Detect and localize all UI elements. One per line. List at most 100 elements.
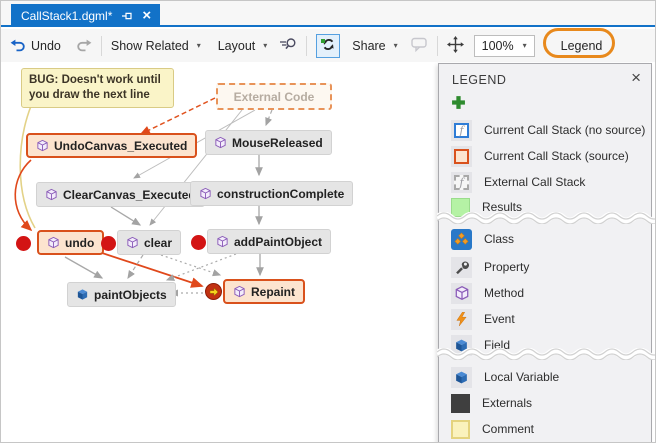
tab-strip: CallStack1.dgml* × bbox=[1, 1, 655, 27]
comment-text: BUG: Doesn't work until you draw the nex… bbox=[29, 74, 161, 101]
toolbar: Undo Show Related ▾ Layout ▾ bbox=[1, 29, 655, 62]
legend-button-wrap: Legend bbox=[555, 37, 609, 55]
redo-icon bbox=[76, 37, 92, 55]
callstack-no-source-icon: f bbox=[451, 120, 472, 141]
redo-button[interactable] bbox=[76, 37, 92, 55]
node-repaint[interactable]: Repaint bbox=[223, 279, 305, 304]
close-icon[interactable]: × bbox=[631, 69, 641, 86]
breakpoint-icon[interactable] bbox=[191, 235, 206, 250]
chevron-down-icon: ▾ bbox=[263, 41, 267, 50]
node-clearcanvas-executed[interactable]: ClearCanvas_Executed bbox=[36, 182, 205, 207]
chevron-down-icon: ▾ bbox=[523, 41, 527, 50]
node-label: constructionComplete bbox=[217, 187, 344, 201]
comment-node[interactable]: BUG: Doesn't work until you draw the nex… bbox=[21, 68, 174, 108]
legend-item-label: Comment bbox=[482, 422, 534, 436]
toolbar-separator bbox=[306, 36, 307, 56]
legend-item-current-callstack-source[interactable]: Current Call Stack (source) bbox=[439, 143, 651, 169]
method-icon bbox=[216, 235, 229, 248]
legend-title: LEGEND bbox=[452, 73, 506, 87]
current-line-marker-icon[interactable] bbox=[205, 283, 222, 300]
node-label: addPaintObject bbox=[234, 235, 322, 249]
node-undo[interactable]: undo bbox=[37, 230, 104, 255]
legend-item-current-callstack-no-source[interactable]: f Current Call Stack (no source) bbox=[439, 117, 651, 143]
legend-item-label: Property bbox=[484, 260, 529, 274]
callstack-source-icon bbox=[451, 146, 472, 167]
node-mousereleased[interactable]: MouseReleased bbox=[205, 130, 332, 155]
property-icon bbox=[451, 257, 472, 278]
sync-toggle-button[interactable] bbox=[316, 34, 340, 58]
method-icon bbox=[233, 285, 246, 298]
node-undocanvas-executed[interactable]: UndoCanvas_Executed bbox=[26, 133, 197, 158]
legend-item-label: Externals bbox=[482, 396, 532, 410]
layout-label: Layout bbox=[218, 39, 256, 53]
externals-swatch bbox=[451, 394, 470, 413]
local-variable-icon bbox=[451, 367, 472, 388]
torn-separator bbox=[437, 212, 655, 224]
chevron-down-icon: ▾ bbox=[197, 41, 201, 50]
share-dropdown[interactable]: Share ▾ bbox=[352, 39, 397, 53]
undo-button[interactable]: Undo bbox=[10, 37, 61, 55]
node-label: Repaint bbox=[251, 285, 295, 299]
external-callstack-icon: f bbox=[451, 172, 472, 193]
chevron-down-icon: ▾ bbox=[394, 41, 398, 50]
node-addpaintobject[interactable]: addPaintObject bbox=[207, 229, 331, 254]
pin-icon[interactable] bbox=[121, 10, 133, 22]
show-related-label: Show Related bbox=[111, 39, 189, 53]
torn-separator bbox=[437, 348, 655, 360]
event-icon bbox=[451, 309, 472, 330]
method-icon bbox=[47, 236, 60, 249]
method-icon bbox=[214, 136, 227, 149]
toolbar-separator bbox=[101, 36, 102, 56]
node-external-code[interactable]: External Code bbox=[216, 83, 332, 110]
layout-dropdown[interactable]: Layout ▾ bbox=[218, 39, 268, 53]
field-icon bbox=[76, 288, 89, 301]
node-label: External Code bbox=[234, 90, 315, 104]
legend-item-method[interactable]: Method bbox=[439, 280, 651, 306]
legend-item-class[interactable]: Class bbox=[439, 226, 651, 252]
legend-item-local-variable[interactable]: Local Variable bbox=[439, 364, 651, 390]
legend-item-external-callstack[interactable]: f External Call Stack bbox=[439, 169, 651, 195]
comment-swatch bbox=[451, 420, 470, 439]
legend-button-label: Legend bbox=[561, 39, 603, 53]
pan-button[interactable] bbox=[447, 36, 464, 56]
legend-item-comment[interactable]: Comment bbox=[439, 416, 651, 442]
node-clear[interactable]: clear bbox=[117, 230, 181, 255]
legend-item-label: Local Variable bbox=[484, 370, 559, 384]
comment-button-disabled[interactable] bbox=[411, 37, 428, 55]
legend-item-externals[interactable]: Externals bbox=[439, 390, 651, 416]
dgml-editor-window: CallStack1.dgml* × Undo Show Related ▾ L… bbox=[0, 0, 656, 443]
document-tab[interactable]: CallStack1.dgml* × bbox=[11, 4, 160, 27]
add-legend-item-button[interactable] bbox=[451, 95, 466, 115]
node-label: undo bbox=[65, 236, 94, 250]
node-constructioncomplete[interactable]: constructionComplete bbox=[190, 181, 353, 206]
show-related-dropdown[interactable]: Show Related ▾ bbox=[111, 39, 201, 53]
pan-icon bbox=[447, 36, 464, 56]
node-paintobjects[interactable]: paintObjects bbox=[67, 282, 176, 307]
legend-item-property[interactable]: Property bbox=[439, 254, 651, 280]
undo-icon bbox=[10, 37, 26, 55]
zoom-level-dropdown[interactable]: 100% ▾ bbox=[474, 35, 535, 57]
legend-button[interactable]: Legend bbox=[555, 37, 609, 55]
comment-bubble-icon bbox=[411, 37, 428, 55]
method-icon bbox=[199, 187, 212, 200]
close-icon[interactable]: × bbox=[142, 8, 151, 23]
neighborhood-zoom-button[interactable] bbox=[278, 36, 297, 55]
node-label: clear bbox=[144, 236, 172, 250]
node-label: MouseReleased bbox=[232, 136, 323, 150]
legend-item-label: External Call Stack bbox=[484, 175, 585, 189]
tab-title: CallStack1.dgml* bbox=[21, 9, 112, 23]
zoom-value: 100% bbox=[482, 39, 514, 53]
green-status-dot bbox=[321, 39, 325, 43]
plus-icon bbox=[451, 95, 466, 110]
legend-item-label: Current Call Stack (source) bbox=[484, 149, 629, 163]
breakpoint-icon[interactable] bbox=[101, 236, 116, 251]
legend-item-label: Current Call Stack (no source) bbox=[484, 123, 645, 137]
legend-panel: LEGEND × f Current Call Stack (no source… bbox=[438, 63, 652, 443]
zoom-fit-icon bbox=[278, 36, 297, 55]
breakpoint-icon[interactable] bbox=[16, 236, 31, 251]
method-icon bbox=[451, 283, 472, 304]
method-icon bbox=[36, 139, 49, 152]
node-label: ClearCanvas_Executed bbox=[63, 188, 196, 202]
class-icon bbox=[451, 229, 472, 250]
legend-item-event[interactable]: Event bbox=[439, 306, 651, 332]
